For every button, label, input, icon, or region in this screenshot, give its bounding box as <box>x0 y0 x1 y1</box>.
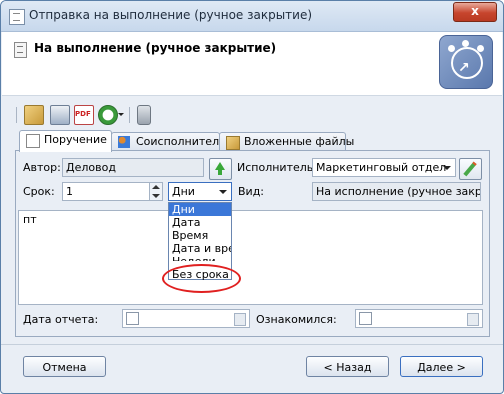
term-value: 1 <box>66 185 73 198</box>
chevron-down-icon <box>219 190 227 194</box>
attachment-icon <box>226 136 240 150</box>
kind-label: Вид: <box>238 185 265 198</box>
scanner-icon[interactable] <box>50 105 70 125</box>
acquainted-label: Ознакомился: <box>256 313 337 326</box>
report-date-label: Дата отчета: <box>23 313 99 326</box>
term-label: Срок: <box>23 185 55 198</box>
executor-dropdown[interactable]: Маркетинговый отдел <box>312 158 456 177</box>
document-icon <box>26 134 40 148</box>
memo-text: пт <box>23 213 37 226</box>
header-panel: На выполнение (ручное закрытие) ↗ <box>2 32 502 96</box>
app-icon <box>9 9 25 25</box>
footer-separator <box>1 344 503 345</box>
acquainted-date-field[interactable] <box>355 309 483 328</box>
term-unit-value: Дни <box>172 185 195 198</box>
term-stepper[interactable]: 1 <box>62 182 163 201</box>
back-button[interactable]: < Назад <box>306 356 389 377</box>
window-title: Отправка на выполнение (ручное закрытие) <box>29 8 313 22</box>
tab-attached-files[interactable]: Вложенные файлы <box>219 132 354 151</box>
padlock-icon[interactable] <box>137 105 151 125</box>
toolbar-separator <box>129 107 130 123</box>
paperclip-pencil-icon[interactable] <box>24 105 44 125</box>
dropdown-option[interactable]: Время <box>169 229 231 242</box>
toolbar-grip <box>16 107 17 123</box>
executor-value: Маркетинговый отдел <box>316 161 447 174</box>
term-unit-dropdown[interactable]: Дни <box>168 182 232 201</box>
kind-field[interactable]: На исполнение (ручное закрыти <box>312 182 481 201</box>
close-button[interactable]: x <box>453 2 497 22</box>
alarm-clock-icon[interactable] <box>98 105 118 125</box>
dropdown-option[interactable]: Дата и врем <box>169 242 231 255</box>
tab-label: Поручение <box>44 133 107 146</box>
title-bar: Отправка на выполнение (ручное закрытие)… <box>1 1 503 32</box>
dialog-window: Отправка на выполнение (ручное закрытие)… <box>0 0 504 394</box>
stepper-arrows[interactable] <box>149 183 162 200</box>
dropdown-option[interactable]: Недели <box>169 255 231 261</box>
tab-assignment[interactable]: Поручение <box>19 130 112 152</box>
report-date-field[interactable] <box>122 309 250 328</box>
dropdown-option[interactable]: Дата <box>169 216 231 229</box>
calendar-icon[interactable] <box>467 313 479 326</box>
calendar-icon[interactable] <box>234 313 246 326</box>
document-icon <box>14 42 27 58</box>
dropdown-option[interactable]: Дни <box>169 203 231 216</box>
dropdown-option-no-term[interactable]: Без срока <box>172 268 229 281</box>
executor-label: Исполнитель: <box>237 161 317 174</box>
author-label: Автор: <box>23 161 61 174</box>
tab-label: Вложенные файлы <box>244 135 355 148</box>
chevron-down-icon <box>443 166 451 170</box>
next-button[interactable]: Далее > <box>400 356 483 377</box>
pdf-icon[interactable]: PDF <box>74 105 94 125</box>
tab-label: Соисполнители <box>136 135 227 148</box>
pdf-label: PDF <box>75 110 91 118</box>
tab-coexecutors[interactable]: Соисполнители <box>111 132 226 151</box>
header-title: На выполнение (ручное закрытие) <box>34 41 277 55</box>
author-field[interactable]: Деловод <box>62 158 204 177</box>
edit-executor-button[interactable] <box>459 158 482 180</box>
report-date-checkbox[interactable] <box>126 312 139 325</box>
assignment-text-area[interactable]: пт <box>18 210 483 305</box>
workflow-people-icon: ↗ <box>439 35 493 89</box>
cancel-button[interactable]: Отмена <box>23 356 106 377</box>
people-icon <box>118 136 130 148</box>
acquainted-checkbox[interactable] <box>359 312 372 325</box>
alarm-dropdown-arrow-icon[interactable] <box>117 105 125 123</box>
select-author-button[interactable] <box>209 158 232 180</box>
